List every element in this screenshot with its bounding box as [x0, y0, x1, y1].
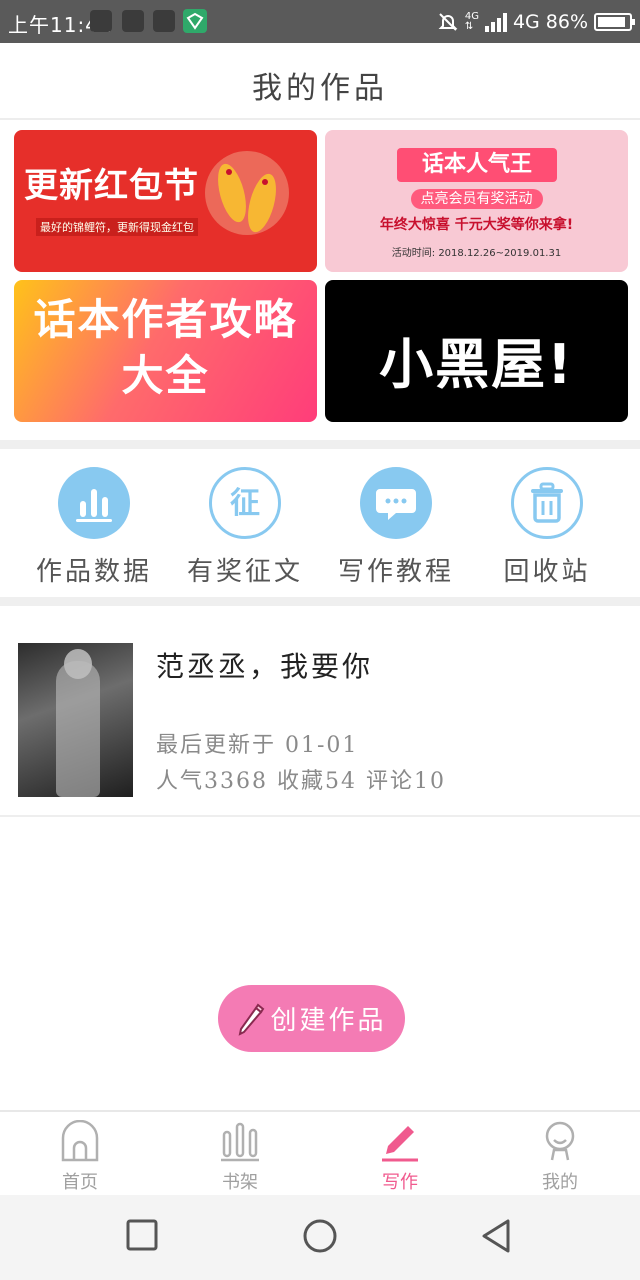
create-work-button[interactable]: 创建作品 [218, 985, 405, 1052]
tool-label: 写作教程 [337, 557, 454, 587]
battery-percent: 86% [545, 11, 588, 33]
chat-bubble-icon [360, 467, 432, 539]
work-list-item[interactable]: 范丞丞，我要你 最后更新于 01-01 人气3368 收藏54 评论10 [0, 607, 640, 817]
tool-label: 作品数据 [35, 557, 152, 587]
work-stats: 人气3368 收藏54 评论10 [156, 769, 446, 794]
tool-label: 回收站 [503, 557, 591, 587]
tool-essay-contest[interactable]: 征 有奖征文 [170, 467, 320, 588]
create-work-label: 创建作品 [270, 1006, 387, 1036]
section-divider [0, 440, 640, 449]
svg-text:征: 征 [230, 486, 260, 521]
back-icon[interactable] [478, 1217, 514, 1255]
tool-works-data[interactable]: 作品数据 [19, 467, 169, 588]
page-header: 我的作品 [0, 43, 640, 120]
home-button-icon[interactable] [301, 1217, 339, 1255]
banner-prize: 年终大惊喜 千元大奖等你来拿! [379, 217, 574, 233]
bottom-nav: 首页 书架 写作 我的 [0, 1110, 640, 1195]
nav-label: 我的 [542, 1172, 578, 1193]
banner-subtext: 最好的锦鲤符，更新得现金红包 [36, 218, 198, 236]
vpn-icon [183, 9, 207, 33]
status-bar: 上午11:41 4G ⇅ 4G 86% [0, 0, 640, 43]
banner-tagline: 点亮会员有奖活动 [325, 188, 628, 209]
pencil-icon [239, 1003, 265, 1036]
koi-fish-icon [205, 151, 289, 235]
tool-recycle-bin[interactable]: 回收站 [472, 467, 622, 588]
banner-author-guide[interactable]: 话本作者攻略 大全 [14, 280, 317, 422]
home-icon [61, 1119, 99, 1162]
network-type: 4G [512, 11, 540, 33]
bookshelf-icon [221, 1122, 259, 1162]
nav-write[interactable]: 写作 [320, 1120, 480, 1194]
pencil-icon [382, 1126, 418, 1162]
app-notification-icon [153, 10, 175, 32]
nav-label: 写作 [382, 1172, 418, 1193]
nav-profile[interactable]: 我的 [480, 1120, 640, 1194]
system-nav-bar [0, 1195, 640, 1280]
app-notification-icon [122, 10, 144, 32]
tools-row: 作品数据 征 有奖征文 写作教程 回收站 [0, 449, 640, 597]
app-notification-icon [90, 10, 112, 32]
bar-chart-icon [58, 467, 130, 539]
tool-writing-tutorial[interactable]: 写作教程 [321, 467, 471, 588]
page-title: 我的作品 [252, 71, 388, 106]
banner-headline: 更新红包节 [24, 166, 199, 206]
banner-text: 话本作者攻略 大全 [33, 295, 298, 400]
mute-bell-icon [438, 13, 458, 31]
banner-grid: 更新红包节 最好的锦鲤符，更新得现金红包 话本人气王 点亮会员有奖活动 年终大惊… [0, 122, 640, 440]
network-small: 4G ⇅ [464, 11, 479, 32]
profile-icon [545, 1121, 575, 1161]
recent-apps-icon[interactable] [124, 1217, 160, 1253]
banner-date: 活动时间: 2018.12.26~2019.01.31 [391, 248, 562, 259]
work-updated: 最后更新于 01-01 [156, 733, 359, 758]
nav-home[interactable]: 首页 [0, 1119, 160, 1194]
signal-icon [484, 12, 507, 32]
work-title: 范丞丞，我要你 [156, 650, 374, 683]
status-indicators: 4G ⇅ 4G 86% [437, 8, 635, 36]
nav-bookshelf[interactable]: 书架 [160, 1120, 320, 1194]
trash-icon [511, 467, 583, 539]
tool-label: 有奖征文 [186, 557, 303, 587]
nav-label: 书架 [222, 1172, 258, 1193]
battery-icon [594, 13, 635, 31]
banner-popularity-king[interactable]: 话本人气王 点亮会员有奖活动 年终大惊喜 千元大奖等你来拿! 活动时间: 201… [325, 130, 628, 272]
nav-label: 首页 [62, 1172, 98, 1193]
banner-ribbon: 话本人气王 [397, 148, 557, 182]
banner-text: 小黑屋! [379, 333, 574, 396]
section-divider [0, 597, 640, 606]
work-cover-image [18, 643, 133, 797]
banner-dark-room[interactable]: 小黑屋! [325, 280, 628, 422]
banner-red-envelope[interactable]: 更新红包节 最好的锦鲤符，更新得现金红包 [14, 130, 317, 272]
zheng-badge-icon: 征 [209, 467, 281, 539]
